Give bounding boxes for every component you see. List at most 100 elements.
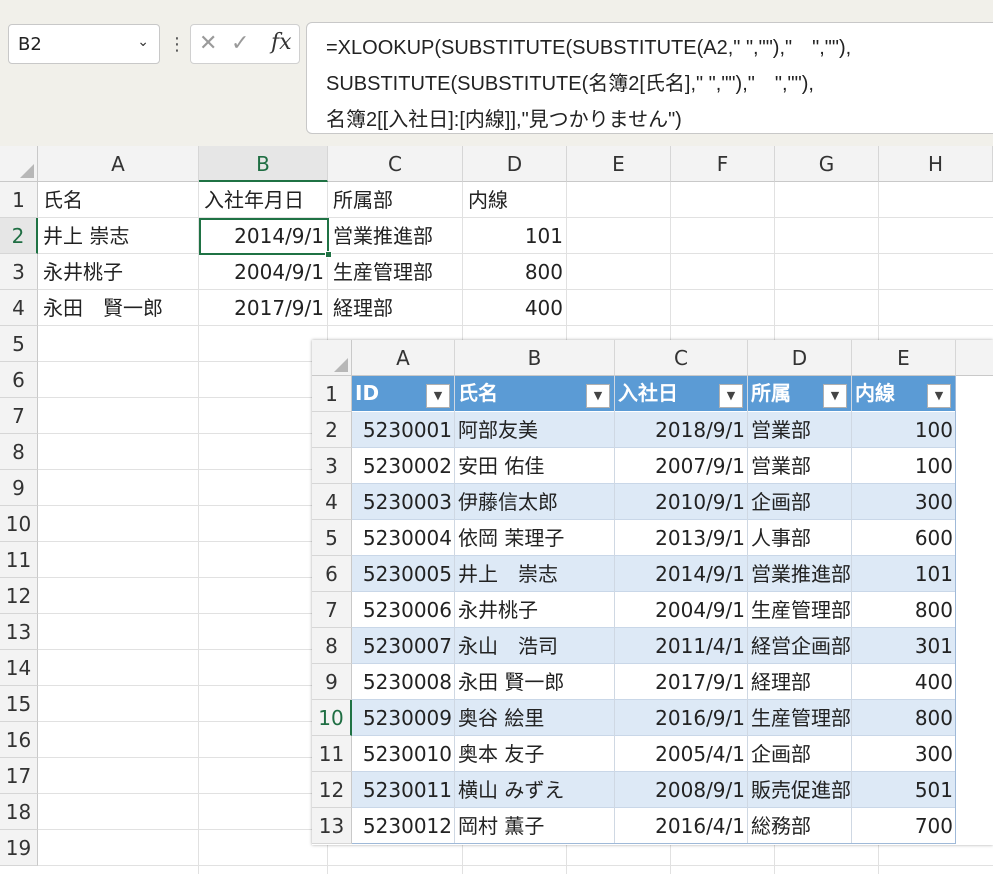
embedded-row-header-5[interactable]: 5 (312, 520, 352, 556)
cell-d1[interactable]: 内線 (463, 182, 567, 218)
table-cell[interactable]: 2010/9/1 (615, 484, 748, 520)
table-cell[interactable]: 2005/4/1 (615, 736, 748, 772)
embedded-row-header-10[interactable]: 10 (312, 700, 352, 736)
column-header-e[interactable]: E (567, 146, 671, 182)
row-header-11[interactable]: 11 (0, 542, 38, 578)
embedded-row-header-3[interactable]: 3 (312, 448, 352, 484)
select-all-corner[interactable] (0, 146, 38, 182)
table-cell[interactable]: 5230008 (352, 664, 455, 700)
table-cell[interactable]: 100 (852, 412, 956, 448)
filter-dropdown-icon[interactable]: ▼ (719, 384, 743, 408)
table-header-2[interactable]: 氏名 ▼ (455, 376, 615, 411)
table-cell[interactable]: 101 (852, 556, 956, 592)
table-cell[interactable]: 2004/9/1 (615, 592, 748, 628)
row-header-4[interactable]: 4 (0, 290, 38, 326)
table-cell[interactable]: 5230003 (352, 484, 455, 520)
embedded-row-header-6[interactable]: 6 (312, 556, 352, 592)
table-cell[interactable]: 5230006 (352, 592, 455, 628)
cell-a1[interactable]: 氏名 (38, 182, 199, 218)
cell-b1[interactable]: 入社年月日 (199, 182, 328, 218)
formula-input[interactable]: =XLOOKUP(SUBSTITUTE(SUBSTITUTE(A2," ",""… (306, 22, 993, 134)
cell-b3[interactable]: 2004/9/1 (199, 254, 328, 290)
cell-c1[interactable]: 所属部 (328, 182, 463, 218)
table-cell[interactable]: 5230012 (352, 808, 455, 844)
table-cell[interactable]: 生産管理部 (748, 592, 852, 628)
filter-dropdown-icon[interactable]: ▼ (586, 384, 610, 408)
embedded-table-window[interactable]: ABCDE 1 2 3 4 5 6 7 8 9 10 11 12 13 ID ▼ 氏名 ▼ 入社日 ▼ 所属 ▼ 内線 ▼… (312, 340, 993, 845)
row-header-7[interactable]: 7 (0, 398, 38, 434)
embedded-column-header-b[interactable]: B (455, 340, 615, 376)
embedded-row-header-2[interactable]: 2 (312, 412, 352, 448)
embedded-row-header-1[interactable]: 1 (312, 376, 352, 412)
fill-handle[interactable] (325, 251, 332, 258)
embedded-row-header-9[interactable]: 9 (312, 664, 352, 700)
column-header-c[interactable]: C (328, 146, 463, 182)
table-cell[interactable]: 経理部 (748, 664, 852, 700)
cell-a2[interactable]: 井上 崇志 (38, 218, 199, 254)
table-cell[interactable]: 2018/9/1 (615, 412, 748, 448)
table-cell[interactable]: 5230002 (352, 448, 455, 484)
row-header-19[interactable]: 19 (0, 830, 38, 866)
row-header-13[interactable]: 13 (0, 614, 38, 650)
embedded-column-header-a[interactable]: A (352, 340, 455, 376)
table-cell[interactable]: 企画部 (748, 736, 852, 772)
table-cell[interactable]: 5230007 (352, 628, 455, 664)
table-cell[interactable]: 伊藤信太郎 (455, 484, 615, 520)
row-header-8[interactable]: 8 (0, 434, 38, 470)
cell-a3[interactable]: 永井桃子 (38, 254, 199, 290)
cell-a4[interactable]: 永田 賢一郎 (38, 290, 199, 326)
table-header-3[interactable]: 入社日 ▼ (615, 376, 748, 411)
table-cell[interactable]: 横山 みずえ (455, 772, 615, 808)
embedded-row-header-13[interactable]: 13 (312, 808, 352, 844)
embedded-row-header-4[interactable]: 4 (312, 484, 352, 520)
filter-dropdown-icon[interactable]: ▼ (823, 384, 847, 408)
table-cell[interactable]: 企画部 (748, 484, 852, 520)
column-header-h[interactable]: H (879, 146, 993, 182)
table-cell[interactable]: 5230001 (352, 412, 455, 448)
embedded-row-header-7[interactable]: 7 (312, 592, 352, 628)
table-cell[interactable]: 5230011 (352, 772, 455, 808)
column-header-g[interactable]: G (775, 146, 879, 182)
table-cell[interactable]: 800 (852, 700, 956, 736)
table-cell[interactable]: 2011/4/1 (615, 628, 748, 664)
row-header-12[interactable]: 12 (0, 578, 38, 614)
table-cell[interactable]: 永井桃子 (455, 592, 615, 628)
insert-function-icon[interactable]: fx (271, 30, 292, 55)
column-header-a[interactable]: A (38, 146, 199, 182)
table-header-5[interactable]: 内線 ▼ (852, 376, 956, 411)
table-cell[interactable]: 販売促進部 (748, 772, 852, 808)
table-cell[interactable]: 奥本 友子 (455, 736, 615, 772)
filter-dropdown-icon[interactable]: ▼ (927, 384, 951, 408)
table-cell[interactable]: 阿部友美 (455, 412, 615, 448)
column-header-b[interactable]: B (199, 146, 328, 182)
embedded-row-header-11[interactable]: 11 (312, 736, 352, 772)
table-cell[interactable]: 5230004 (352, 520, 455, 556)
row-header-1[interactable]: 1 (0, 182, 38, 218)
more-options-icon[interactable]: ⋮ (168, 30, 186, 60)
embedded-column-header-c[interactable]: C (615, 340, 748, 376)
chevron-down-icon[interactable]: ⌄ (137, 34, 149, 50)
table-cell[interactable]: 総務部 (748, 808, 852, 844)
table-header-1[interactable]: ID ▼ (352, 376, 455, 411)
table-cell[interactable]: 700 (852, 808, 956, 844)
table-cell[interactable]: 永山 浩司 (455, 628, 615, 664)
cell-d4[interactable]: 400 (463, 290, 567, 326)
table-cell[interactable]: 井上 崇志 (455, 556, 615, 592)
table-cell[interactable]: 2013/9/1 (615, 520, 748, 556)
table-cell[interactable]: 営業推進部 (748, 556, 852, 592)
table-cell[interactable]: 2007/9/1 (615, 448, 748, 484)
row-header-2[interactable]: 2 (0, 218, 38, 254)
filter-dropdown-icon[interactable]: ▼ (426, 384, 450, 408)
cell-d2[interactable]: 101 (463, 218, 567, 254)
name-box[interactable]: B2 ⌄ (8, 24, 160, 64)
table-cell[interactable]: 301 (852, 628, 956, 664)
embedded-row-header-8[interactable]: 8 (312, 628, 352, 664)
row-header-9[interactable]: 9 (0, 470, 38, 506)
embedded-row-header-12[interactable]: 12 (312, 772, 352, 808)
table-cell[interactable]: 501 (852, 772, 956, 808)
row-header-10[interactable]: 10 (0, 506, 38, 542)
column-header-d[interactable]: D (463, 146, 567, 182)
row-header-5[interactable]: 5 (0, 326, 38, 362)
table-cell[interactable]: 5230005 (352, 556, 455, 592)
cell-b4[interactable]: 2017/9/1 (199, 290, 328, 326)
